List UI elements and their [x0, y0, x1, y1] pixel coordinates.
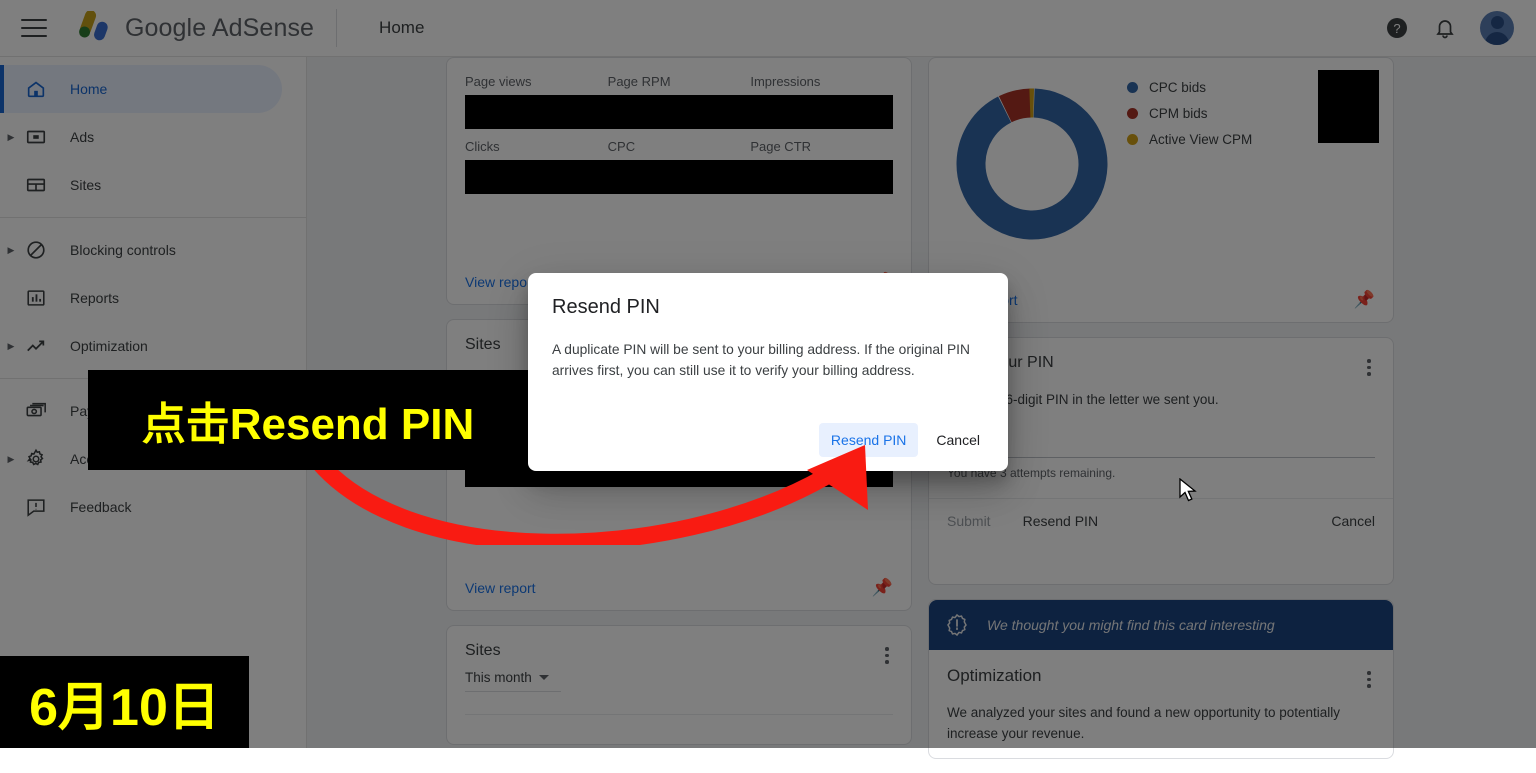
date-range-value: This month	[465, 670, 532, 685]
avatar[interactable]	[1480, 11, 1514, 45]
more-vert-icon[interactable]	[877, 642, 897, 664]
hamburger-icon[interactable]	[21, 19, 47, 37]
view-report-link[interactable]: View report	[465, 580, 536, 596]
metric-label: Clicks	[465, 139, 608, 154]
optimization-banner-text: We thought you might find this card inte…	[987, 617, 1275, 633]
sidebar-item-home[interactable]: Home	[0, 65, 282, 113]
reports-icon	[24, 286, 48, 310]
sites-icon	[24, 173, 48, 197]
app-header: Google AdSense Home ?	[0, 0, 1536, 57]
brand-name: Google AdSense	[125, 14, 314, 43]
chevron-down-icon	[539, 675, 549, 680]
sidebar-item-blocking-controls[interactable]: ▶ Blocking controls	[0, 226, 306, 274]
sidebar-item-label: Optimization	[70, 338, 148, 354]
sidebar-item-feedback[interactable]: Feedback	[0, 483, 306, 531]
mouse-cursor	[1178, 478, 1198, 504]
help-icon[interactable]: ?	[1384, 15, 1410, 41]
more-vert-icon[interactable]	[1359, 354, 1379, 376]
metrics-row-2-labels: Clicks CPC Page CTR	[447, 139, 911, 154]
sidebar-item-ads[interactable]: ▶ Ads	[0, 113, 306, 161]
adsense-logo-icon	[69, 11, 119, 45]
card-title: Sites	[465, 336, 501, 354]
submit-button[interactable]: Submit	[947, 513, 991, 529]
resend-pin-button[interactable]: Resend PIN	[1023, 513, 1098, 529]
dialog-cancel-button[interactable]: Cancel	[924, 423, 992, 457]
instruction-banner: 点击Resend PIN	[88, 370, 528, 470]
header-actions: ?	[1384, 11, 1514, 45]
account-gear-icon	[24, 447, 48, 471]
sidebar-item-sites[interactable]: Sites	[0, 161, 306, 209]
sites-bottom-header: Sites	[447, 626, 911, 664]
sidebar-item-label: Home	[70, 81, 107, 97]
block-icon	[24, 238, 48, 262]
optimization-card: We thought you might find this card inte…	[928, 599, 1394, 759]
payments-icon	[24, 399, 48, 423]
chevron-right-icon[interactable]: ▶	[0, 245, 22, 256]
legend-color-swatch	[1127, 134, 1138, 145]
legend-item: CPM bids	[1127, 100, 1252, 126]
sidebar-item-label: Feedback	[70, 499, 131, 515]
chart-legend: CPC bids CPM bids Active View CPM	[1127, 74, 1252, 152]
sidebar-item-label: Ads	[70, 129, 94, 145]
card-title: Sites	[465, 642, 501, 660]
home-icon	[24, 77, 48, 101]
redacted-values-row-1	[465, 95, 893, 129]
feedback-icon	[24, 495, 48, 519]
view-report-link[interactable]: View report	[465, 274, 536, 290]
legend-color-swatch	[1127, 108, 1138, 119]
pin-input[interactable]	[947, 432, 1375, 458]
divider	[465, 714, 893, 715]
pin-icon[interactable]: 📌	[872, 578, 893, 598]
date-banner: 6月10日	[0, 656, 249, 748]
chevron-right-icon[interactable]: ▶	[0, 132, 22, 143]
instruction-text: 点击Resend PIN	[142, 388, 475, 452]
metrics-card: Page views Page RPM Impressions Clicks C…	[446, 57, 912, 305]
pin-icon[interactable]: 📌	[1354, 290, 1375, 310]
metric-label: Page RPM	[608, 74, 751, 89]
chevron-right-icon[interactable]: ▶	[0, 341, 22, 352]
legend-item: CPC bids	[1127, 74, 1252, 100]
optimization-body: We analyzed your sites and found a new o…	[929, 702, 1393, 744]
ads-icon	[24, 125, 48, 149]
legend-color-swatch	[1127, 82, 1138, 93]
sidebar-item-reports[interactable]: Reports	[0, 274, 306, 322]
legend-label: CPC bids	[1149, 80, 1206, 95]
redacted-values-row-2	[465, 160, 893, 194]
more-vert-icon[interactable]	[1359, 666, 1379, 688]
pin-card-actions: Submit Resend PIN Cancel	[929, 498, 1393, 543]
page-title: Home	[379, 18, 424, 38]
sidebar-item-label: Sites	[70, 177, 101, 193]
metric-label: Page CTR	[750, 139, 893, 154]
metric-label: CPC	[608, 139, 751, 154]
legend-label: Active View CPM	[1149, 132, 1252, 147]
sidebar-item-label: Reports	[70, 290, 119, 306]
dialog-title: Resend PIN	[528, 273, 1008, 319]
chevron-right-icon[interactable]: ▶	[0, 454, 22, 465]
legend-label: CPM bids	[1149, 106, 1208, 121]
header-divider	[336, 9, 337, 47]
cancel-button[interactable]: Cancel	[1331, 513, 1375, 529]
svg-text:?: ?	[1393, 21, 1400, 36]
optimization-icon	[24, 334, 48, 358]
bids-donut-chart	[937, 64, 1127, 269]
sites-card-bottom: Sites This month	[446, 625, 912, 745]
sites-card-footer: View report 📌	[447, 566, 911, 610]
redacted-chart-total	[1318, 70, 1379, 143]
optimization-banner: We thought you might find this card inte…	[929, 600, 1393, 650]
sidebar-divider-1	[0, 217, 306, 218]
info-badge-icon	[945, 613, 969, 637]
sidebar-item-label: Blocking controls	[70, 242, 176, 258]
bell-icon[interactable]	[1432, 15, 1458, 41]
metrics-row-1-labels: Page views Page RPM Impressions	[447, 58, 911, 89]
dialog-body: A duplicate PIN will be sent to your bil…	[528, 319, 1008, 381]
card-title: Optimization	[947, 666, 1041, 686]
optimization-header: Optimization	[929, 650, 1393, 688]
metric-label: Impressions	[750, 74, 893, 89]
legend-item: Active View CPM	[1127, 126, 1252, 152]
sidebar-item-optimization[interactable]: ▶ Optimization	[0, 322, 306, 370]
metric-label: Page views	[465, 74, 608, 89]
date-text: 6月10日	[29, 665, 220, 740]
date-range-select[interactable]: This month	[465, 670, 561, 692]
